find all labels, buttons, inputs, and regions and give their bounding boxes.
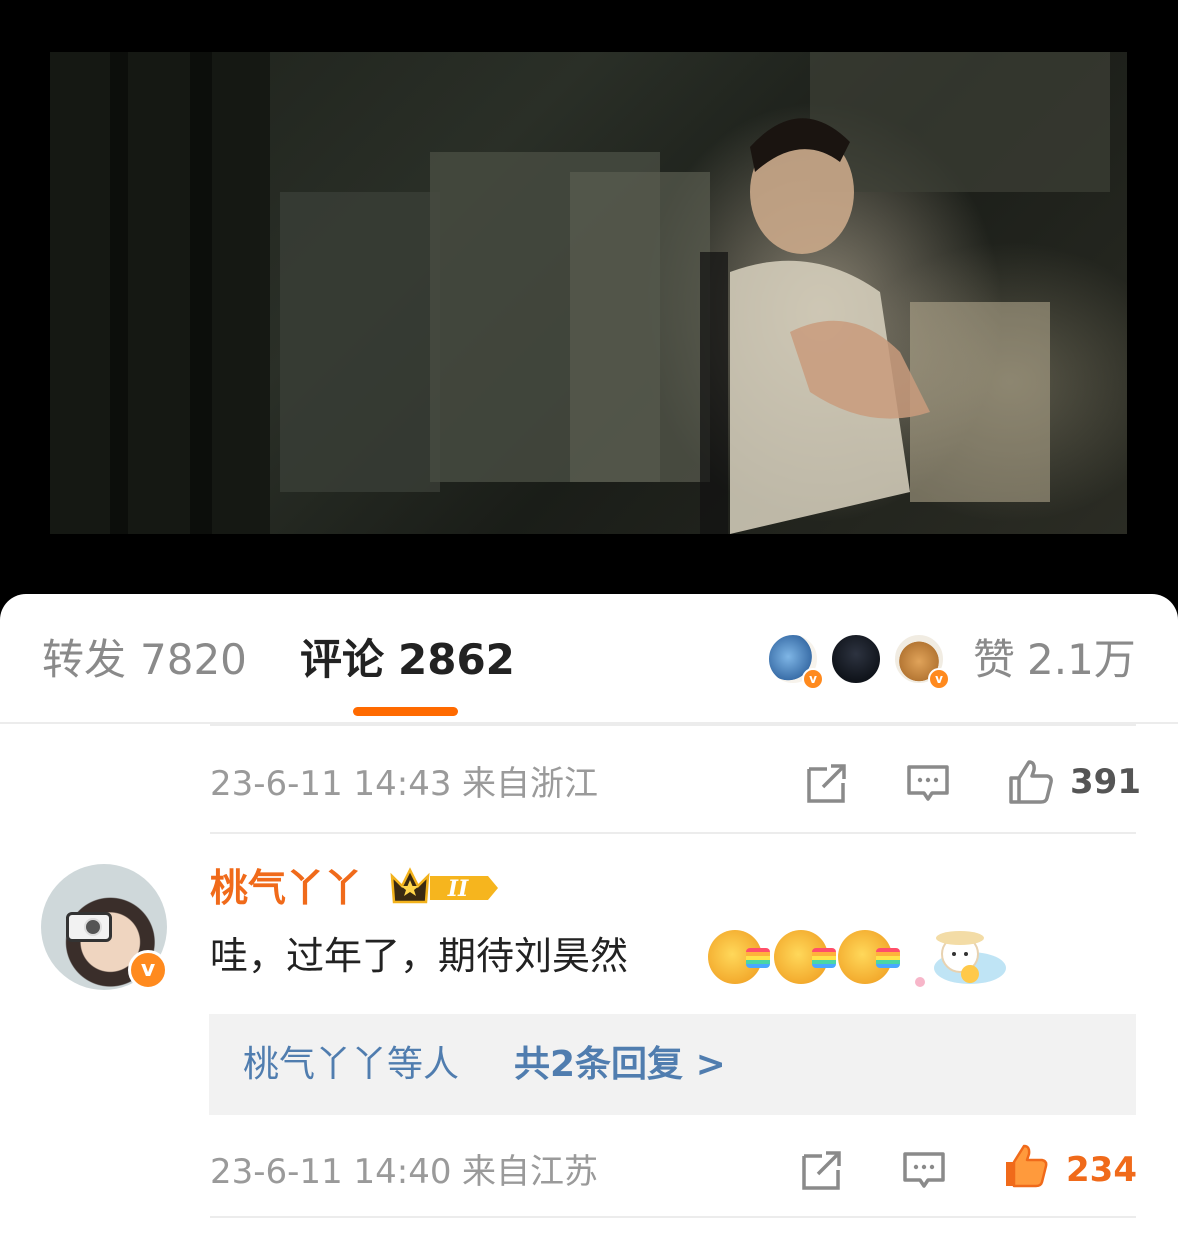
crown-level-icon[interactable]: II	[388, 864, 500, 910]
replies-users: 桃气丫丫等人	[243, 1044, 460, 1085]
comment-time: 23-6-11 14:40	[210, 1152, 452, 1192]
video-player[interactable]	[0, 0, 1178, 600]
tab-likes[interactable]: 赞 2.1万	[973, 636, 1136, 684]
comment-username[interactable]: 桃气丫丫	[210, 866, 362, 910]
tab-comment-label: 评论	[300, 635, 385, 684]
comment-footer: 23-6-11 14:43 来自浙江 391	[0, 724, 1178, 834]
rainbow-emoji-icon	[774, 930, 836, 984]
view-replies-link[interactable]: 共2条回复 >	[514, 1044, 726, 1086]
divider	[210, 724, 1136, 726]
video-frame[interactable]	[50, 52, 1127, 534]
tab-comment-count: 2862	[398, 635, 515, 684]
share-icon[interactable]	[805, 761, 849, 805]
camera-lens-icon	[84, 918, 102, 936]
rainbow-emoji-icon	[838, 930, 900, 984]
like-count: 391	[1070, 762, 1141, 802]
verified-badge-icon: v	[802, 668, 824, 690]
active-tab-indicator	[353, 707, 458, 716]
tab-repost-count: 7820	[140, 635, 247, 684]
video-scene	[50, 52, 1110, 534]
tab-comment[interactable]: 评论 2862	[300, 636, 515, 684]
tab-likes-count: 2.1万	[1027, 635, 1136, 684]
rainbow-emoji-icon	[708, 930, 770, 984]
svg-text:II: II	[447, 876, 469, 902]
tab-repost[interactable]: 转发 7820	[42, 636, 247, 684]
comment-location: 来自江苏	[462, 1152, 598, 1192]
divider	[210, 1216, 1136, 1218]
share-icon[interactable]	[800, 1148, 844, 1192]
comment-item: v 桃气丫丫 II 哇，过年了，期待刘昊然 桃气丫丫等人 共2条回复 > 23-…	[0, 834, 1178, 1249]
comment-icon[interactable]	[902, 1148, 946, 1192]
comments-sheet: 转发 7820 评论 2862 v v 赞 2.1万 23-6-11 14:43 来自…	[0, 594, 1178, 1249]
thumbs-up-icon[interactable]	[1007, 758, 1055, 806]
comment-text: 哇，过年了，期待刘昊然	[210, 934, 629, 978]
comment-icon[interactable]	[906, 761, 950, 805]
comment-location: 来自浙江	[462, 764, 598, 804]
replies-preview[interactable]: 桃气丫丫等人 共2条回复 >	[209, 1014, 1136, 1115]
verified-badge-icon: v	[928, 668, 950, 690]
like-count: 234	[1066, 1150, 1137, 1190]
comment-time: 23-6-11 14:43	[210, 764, 452, 804]
tab-likes-label: 赞	[973, 635, 1016, 684]
tab-bar: 转发 7820 评论 2862 v v 赞 2.1万	[0, 594, 1178, 724]
comment-bubble-decoration	[915, 931, 1006, 987]
thumbs-up-icon[interactable]	[1002, 1142, 1050, 1190]
verified-badge-icon: v	[128, 950, 168, 990]
liker-avatar[interactable]	[829, 632, 883, 686]
tab-repost-label: 转发	[42, 635, 127, 684]
